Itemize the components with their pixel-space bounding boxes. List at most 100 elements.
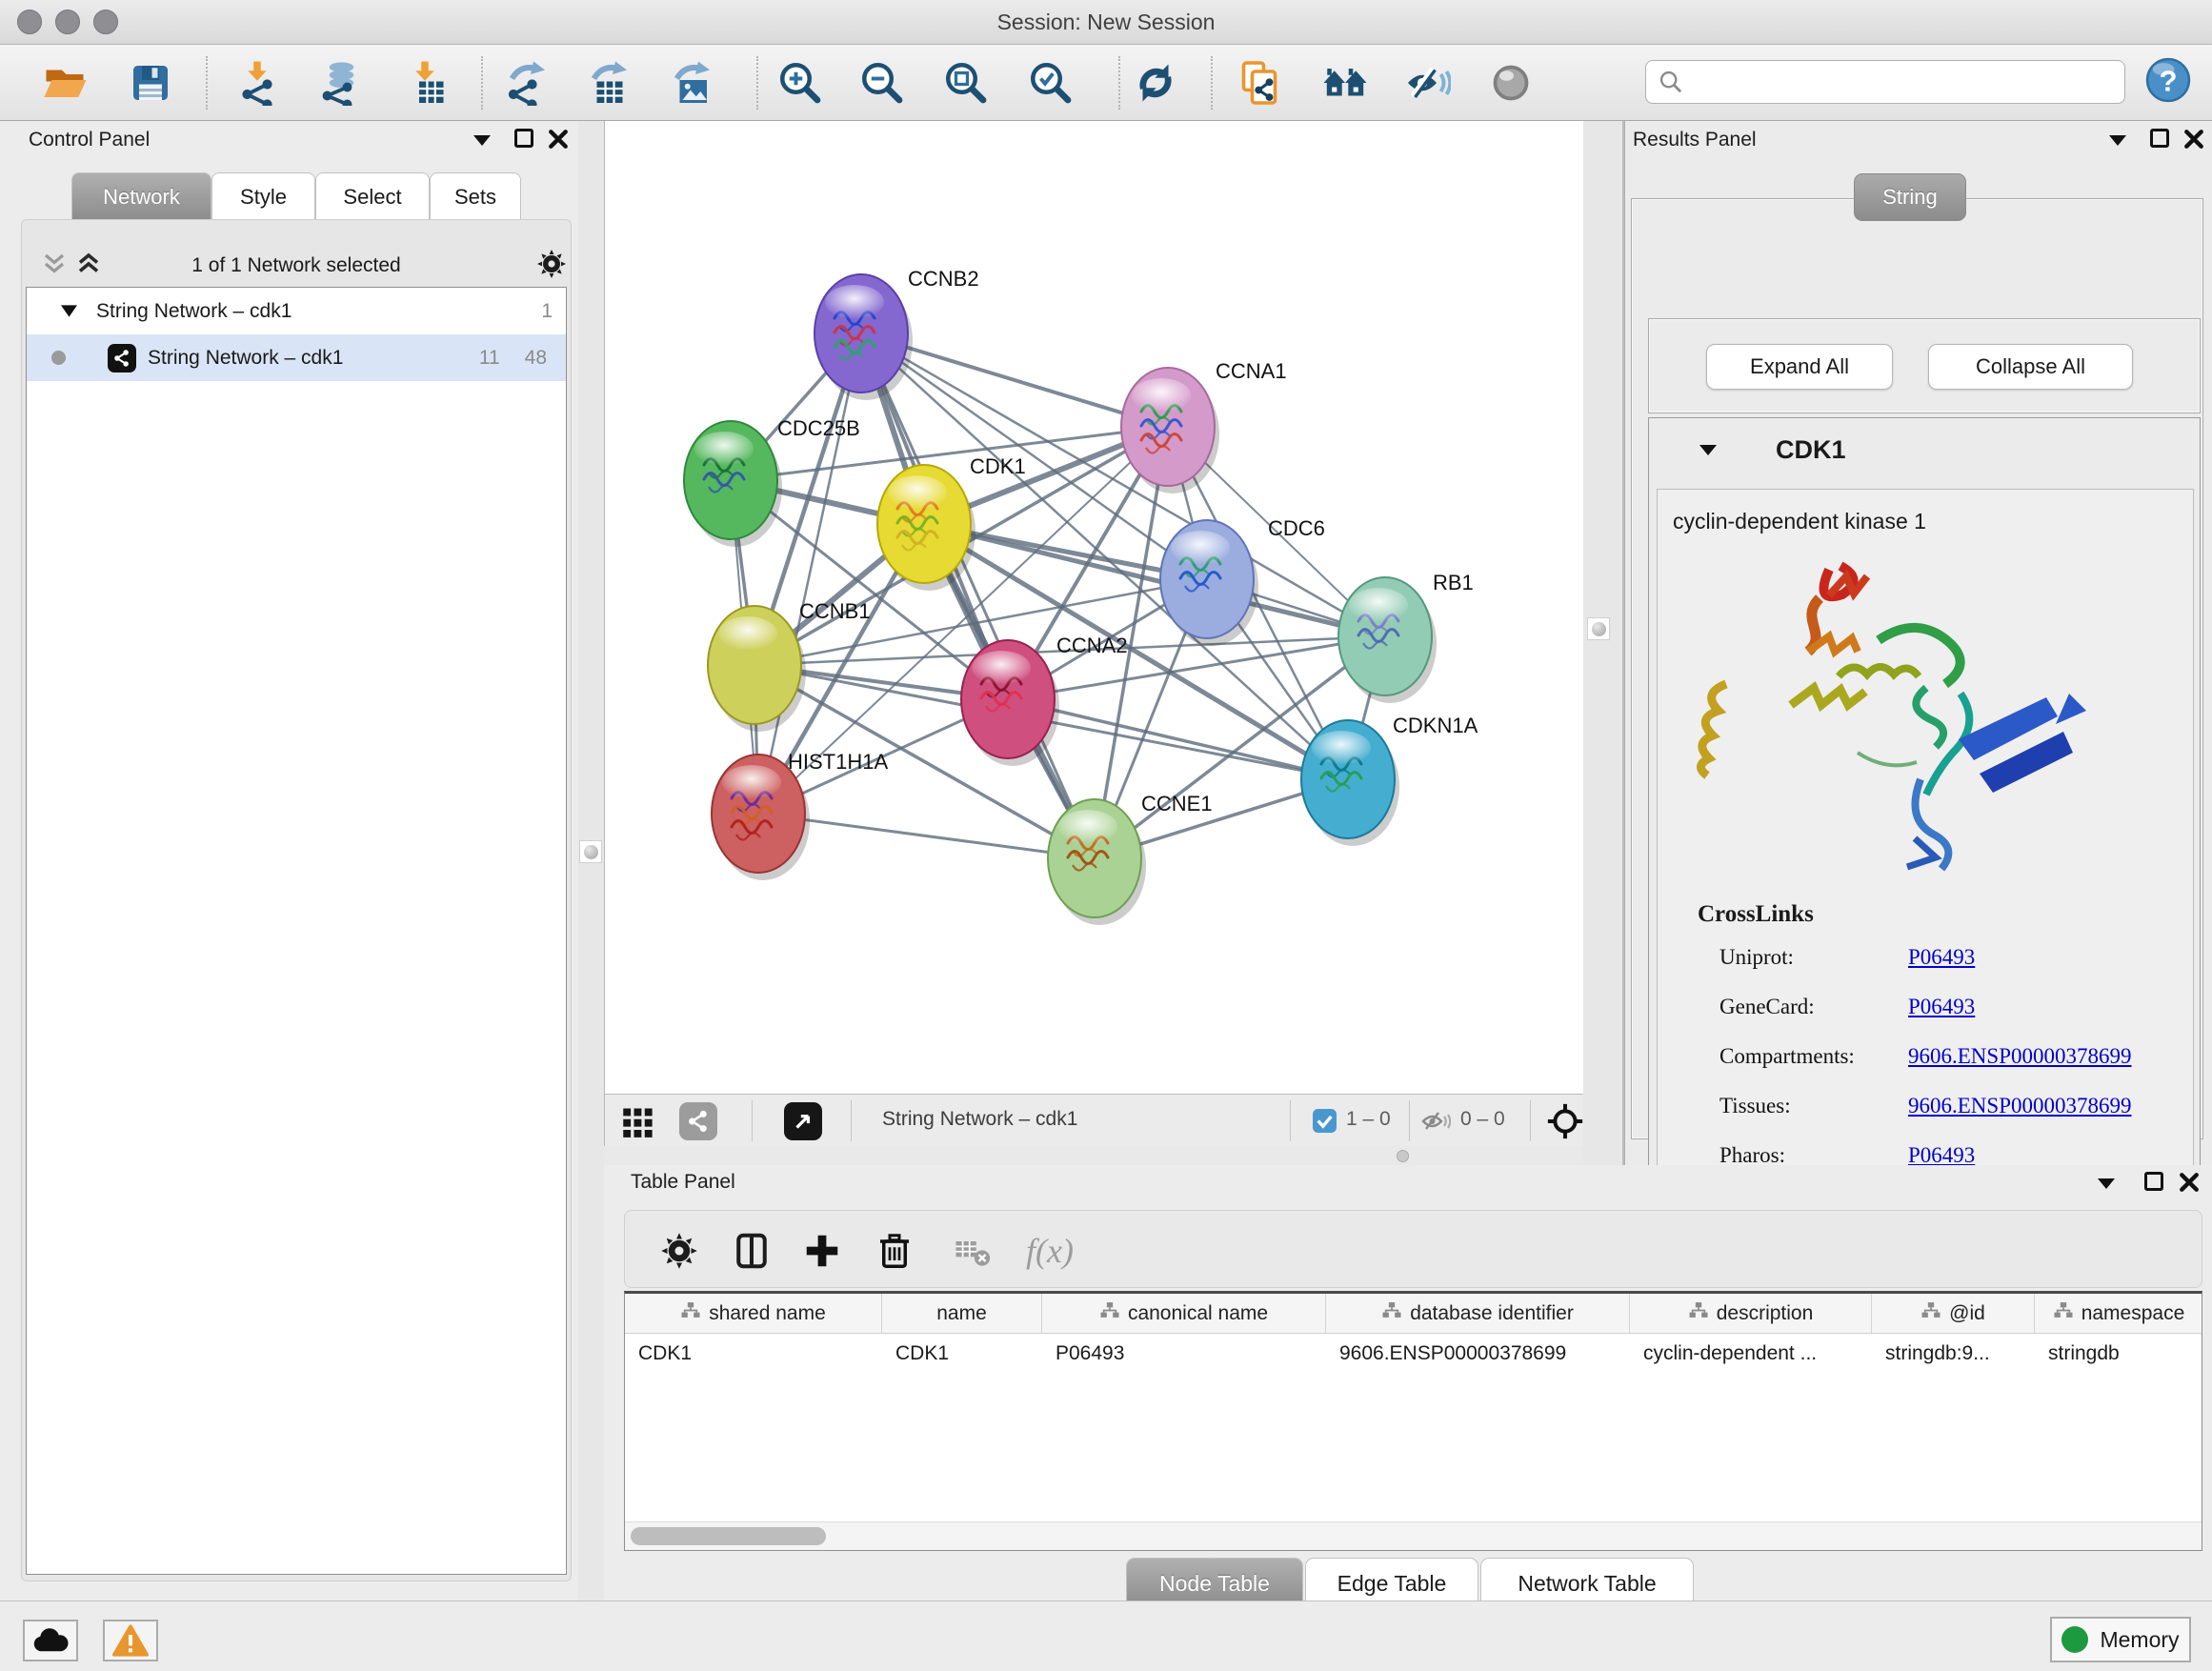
string-home-icon[interactable] (1320, 58, 1370, 108)
results-panel-maximize-icon[interactable] (2150, 129, 2169, 148)
hidden-eye-slash-icon[interactable] (1420, 1106, 1451, 1141)
table-cell[interactable]: 9606.ENSP00000378699 (1326, 1342, 1630, 1365)
table-horizontal-scrollbar[interactable] (625, 1521, 2202, 1550)
horizontal-splitter[interactable] (604, 1146, 1583, 1165)
network-node-CCNA1[interactable]: CCNA1 (1121, 359, 1287, 493)
zoom-selected-icon[interactable] (1026, 58, 1076, 108)
hide-panel-icon[interactable] (1403, 58, 1453, 108)
toolbar-separator (756, 56, 758, 110)
refresh-icon[interactable] (1131, 58, 1180, 108)
birds-eye-view-icon[interactable] (784, 1102, 822, 1140)
help-icon[interactable]: ? (2143, 55, 2193, 105)
import-network-from-database-icon[interactable] (312, 58, 362, 108)
table-row[interactable]: CDK1CDK1P064939606.ENSP00000378699cyclin… (625, 1334, 2202, 1374)
column-header-name[interactable]: name (882, 1294, 1042, 1333)
network-badge-icon[interactable] (679, 1102, 717, 1140)
zoom-out-icon[interactable] (857, 58, 907, 108)
splitter-handle[interactable] (579, 840, 602, 863)
selected-checkbox-icon[interactable] (1313, 1109, 1337, 1137)
table-settings-gear-icon[interactable] (655, 1227, 703, 1275)
control-panel-maximize-icon[interactable] (514, 129, 533, 148)
table-cell[interactable]: P06493 (1042, 1342, 1326, 1365)
grid-view-icon[interactable] (621, 1104, 655, 1143)
table-cell[interactable]: CDK1 (625, 1342, 882, 1365)
network-node-CCNA2[interactable]: CCNA2 (961, 634, 1128, 766)
network-node-HIST1H1A[interactable]: HIST1H1A (712, 750, 888, 880)
footer-separator (1409, 1100, 1410, 1141)
export-image-icon[interactable] (665, 58, 714, 108)
crosshair-icon[interactable] (1546, 1102, 1584, 1145)
expand-all-button[interactable]: Expand All (1706, 344, 1893, 390)
column-header-database-identifier[interactable]: database identifier (1326, 1294, 1630, 1333)
table-panel-close-icon[interactable] (2179, 1172, 2200, 1198)
column-header-description[interactable]: description (1630, 1294, 1872, 1333)
zoom-in-icon[interactable] (775, 58, 825, 108)
memory-button[interactable]: Memory (2050, 1617, 2191, 1662)
add-column-plus-icon[interactable] (798, 1227, 846, 1275)
network-canvas[interactable]: CCNB2CCNA1CDC25BCDK1CDC6RB1CCNB1CCNA2CDK… (604, 121, 1583, 1094)
network-edge-CCNB2-HIST1H1A[interactable] (758, 333, 861, 814)
crosslink-link[interactable]: 9606.ENSP00000378699 (1908, 1044, 2132, 1069)
network-node-CCNB1[interactable]: CCNB1 (708, 599, 871, 732)
results-panel-title: Results Panel (1633, 129, 1757, 151)
splitter-grip-dot[interactable] (1397, 1150, 1409, 1162)
network-collection-row[interactable]: String Network – cdk1 1 (27, 288, 566, 334)
inactive-eye-icon[interactable] (1486, 58, 1536, 108)
import-table-from-file-icon[interactable] (400, 58, 450, 108)
network-node-CDKN1A[interactable]: CDKN1A (1301, 714, 1478, 846)
zoom-fit-icon[interactable] (941, 58, 991, 108)
options-gear-icon[interactable] (536, 249, 567, 284)
network-row[interactable]: String Network – cdk1 11 48 (27, 334, 566, 381)
string-results-container: Expand All Collapse All CDK1 cyclin-depe… (1631, 198, 2203, 1139)
delete-column-trash-icon[interactable] (871, 1227, 918, 1275)
search-input[interactable] (1684, 63, 2124, 101)
tab-select[interactable]: Select (315, 172, 430, 220)
network-node-CCNE1[interactable]: CCNE1 (1048, 792, 1213, 925)
warnings-button[interactable] (103, 1620, 158, 1661)
crosslink-link[interactable]: 9606.ENSP00000378699 (1908, 1094, 2132, 1118)
column-header-namespace[interactable]: namespace (2035, 1294, 2202, 1333)
tab-sets[interactable]: Sets (430, 172, 521, 220)
scrollbar-thumb[interactable] (631, 1527, 826, 1545)
show-column-icon[interactable] (728, 1227, 775, 1275)
network-node-CDC6[interactable]: CDC6 (1160, 516, 1325, 646)
network-edge-CCNB2-CCNE1[interactable] (861, 333, 1095, 858)
crosslink-link[interactable]: P06493 (1908, 995, 1975, 1019)
window-title-bar: Session: New Session (0, 0, 2212, 45)
collapse-all-button[interactable]: Collapse All (1928, 344, 2133, 390)
import-network-from-file-icon[interactable] (232, 58, 282, 108)
export-table-icon[interactable] (582, 58, 632, 108)
tab-network[interactable]: Network (71, 172, 211, 220)
tab-style[interactable]: Style (211, 172, 315, 220)
network-node-RB1[interactable]: RB1 (1338, 571, 1474, 703)
crosslink-row: Uniprot:P06493 (1719, 945, 2177, 970)
results-panel-close-icon[interactable] (2183, 129, 2204, 154)
table-cell[interactable]: cyclin-dependent ... (1630, 1342, 1872, 1365)
clone-network-icon[interactable] (1235, 58, 1284, 108)
results-panel-float-icon[interactable] (2109, 135, 2126, 146)
column-header-canonical-name[interactable]: canonical name (1042, 1294, 1326, 1333)
table-cell[interactable]: CDK1 (882, 1342, 1042, 1365)
column-header--id[interactable]: @id (1872, 1294, 2035, 1333)
tab-string[interactable]: String (1854, 173, 1966, 221)
cloud-button[interactable] (23, 1620, 78, 1661)
table-panel-maximize-icon[interactable] (2144, 1172, 2163, 1191)
export-network-icon[interactable] (500, 58, 550, 108)
control-panel-float-icon[interactable] (473, 135, 491, 146)
function-builder-icon[interactable]: f(x) (1014, 1227, 1086, 1275)
table-cell[interactable]: stringdb (2035, 1342, 2202, 1365)
delete-table-icon[interactable] (949, 1227, 996, 1275)
splitter-handle[interactable] (1587, 617, 1610, 640)
column-header-shared-name[interactable]: shared name (625, 1294, 882, 1333)
save-session-icon[interactable] (126, 58, 175, 108)
table-panel-float-icon[interactable] (2098, 1178, 2115, 1189)
open-session-icon[interactable] (40, 58, 90, 108)
crosslink-label: GeneCard: (1719, 995, 1908, 1019)
table-cell[interactable]: stringdb:9... (1872, 1342, 2035, 1365)
network-node-CCNB2[interactable]: CCNB2 (814, 267, 979, 400)
gene-collapse-icon[interactable] (1699, 445, 1717, 455)
crosslink-link[interactable]: P06493 (1908, 945, 1975, 970)
control-panel-close-icon[interactable] (548, 129, 569, 154)
expander-triangle-icon[interactable] (61, 300, 77, 323)
vertical-splitter[interactable] (1583, 121, 1624, 1165)
